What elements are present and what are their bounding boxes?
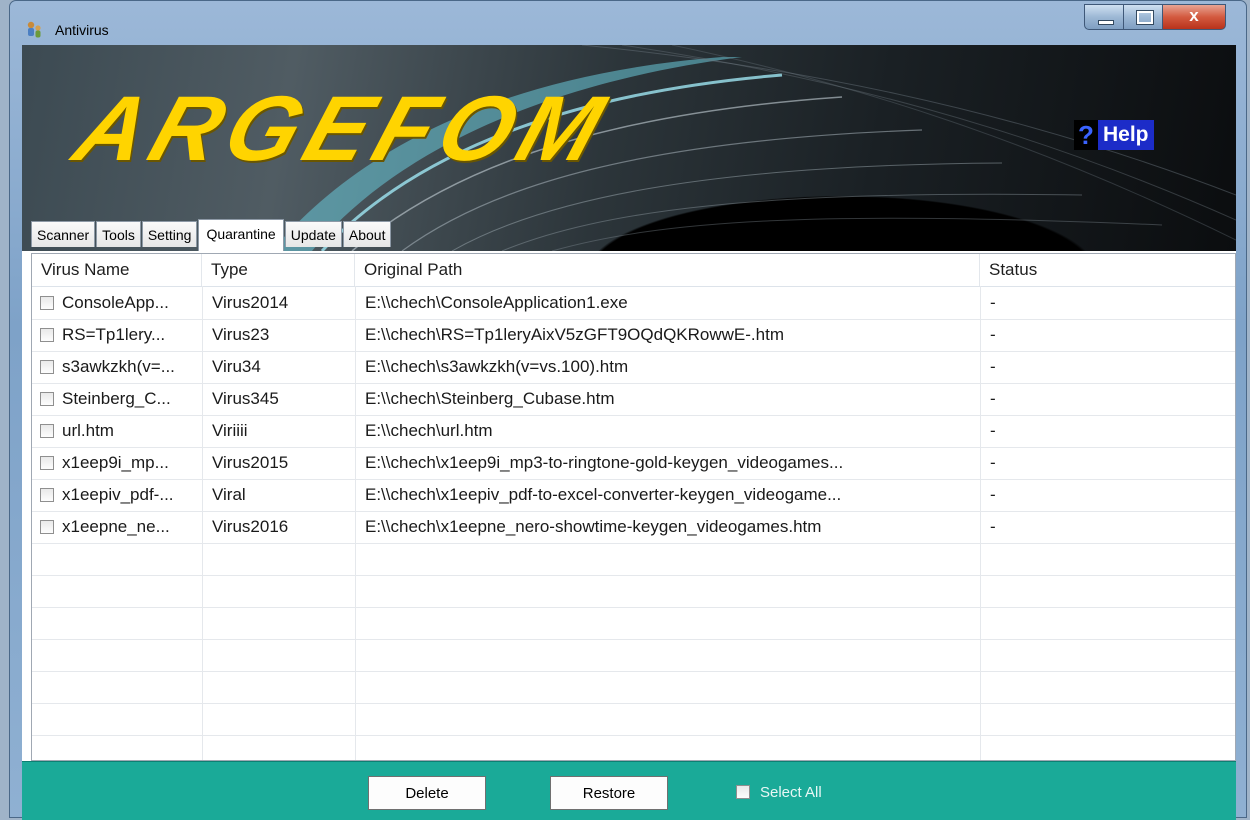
cell-status: - (990, 293, 996, 312)
cell-type: Virus345 (212, 389, 279, 408)
row-checkbox[interactable] (40, 328, 54, 342)
cell-status: - (990, 517, 996, 536)
tab-setting[interactable]: Setting (141, 221, 198, 247)
table-row[interactable]: ConsoleApp... Virus2014 E:\\chech\Consol… (32, 287, 1235, 319)
row-divider (32, 703, 1235, 704)
column-header-status[interactable]: Status (980, 254, 1235, 286)
cell-status: - (990, 453, 996, 472)
tab-strip: Scanner Tools Setting Quarantine Update … (31, 217, 392, 251)
table-row[interactable]: RS=Tp1lery... Virus23 E:\\chech\RS=Tp1le… (32, 319, 1235, 351)
tab-scanner[interactable]: Scanner (31, 221, 96, 247)
tab-tools[interactable]: Tools (96, 221, 141, 247)
row-checkbox[interactable] (40, 296, 54, 310)
row-divider (32, 671, 1235, 672)
action-bar: Delete Restore Select All (22, 761, 1236, 820)
quarantine-list[interactable]: Virus Name Type Original Path Status Con… (31, 253, 1236, 761)
row-divider (32, 607, 1235, 608)
table-row[interactable]: x1eepne_ne... Virus2016 E:\\chech\x1eepn… (32, 511, 1235, 543)
cell-original-path: E:\\chech\x1eepne_nero-showtime-keygen_v… (365, 517, 822, 536)
list-header: Virus Name Type Original Path Status (32, 254, 1235, 287)
cell-original-path: E:\\chech\x1eepiv_pdf-to-excel-converter… (365, 485, 842, 504)
cell-status: - (990, 389, 996, 408)
row-checkbox[interactable] (40, 360, 54, 374)
cell-virus-name: RS=Tp1lery... (62, 325, 166, 344)
tab-quarantine[interactable]: Quarantine (198, 219, 284, 251)
row-checkbox[interactable] (40, 520, 54, 534)
row-divider (32, 735, 1235, 736)
table-row[interactable]: x1eep9i_mp... Virus2015 E:\\chech\x1eep9… (32, 447, 1235, 479)
cell-original-path: E:\\chech\Steinberg_Cubase.htm (365, 389, 615, 408)
row-divider (32, 543, 1235, 544)
cell-original-path: E:\\chech\ConsoleApplication1.exe (365, 293, 628, 312)
column-header-virus-name[interactable]: Virus Name (32, 254, 202, 286)
cell-original-path: E:\\chech\RS=Tp1leryAixV5zGFT9OQdQKRowwE… (365, 325, 784, 344)
maximize-button[interactable] (1123, 4, 1163, 30)
select-all-label: Select All (760, 783, 822, 801)
row-checkbox[interactable] (40, 488, 54, 502)
row-checkbox[interactable] (40, 424, 54, 438)
help-button[interactable]: ? Help (1074, 120, 1154, 150)
cell-type: Virus2014 (212, 293, 289, 312)
column-header-original-path[interactable]: Original Path (355, 254, 980, 286)
column-header-type[interactable]: Type (202, 254, 355, 286)
table-row[interactable]: x1eepiv_pdf-... Viral E:\\chech\x1eepiv_… (32, 479, 1235, 511)
close-button[interactable]: x (1162, 4, 1226, 30)
cell-original-path: E:\\chech\url.htm (365, 421, 493, 440)
cell-type: Viral (212, 485, 246, 504)
cell-status: - (990, 421, 996, 440)
table-row[interactable]: url.htm Viriiii E:\\chech\url.htm - (32, 415, 1235, 447)
cell-original-path: E:\\chech\s3awkzkh(v=vs.100).htm (365, 357, 629, 376)
window-title: Antivirus (55, 22, 109, 38)
row-checkbox[interactable] (40, 456, 54, 470)
title-bar[interactable]: Antivirus x (10, 1, 1246, 45)
cell-type: Virus2015 (212, 453, 289, 472)
client-area: ARGEFOM ? Help Scanner Tools Setting Qua… (22, 45, 1236, 820)
cell-status: - (990, 357, 996, 376)
cell-virus-name: ConsoleApp... (62, 293, 169, 312)
cell-type: Viriiii (212, 421, 248, 440)
cell-type: Viru34 (212, 357, 261, 376)
cell-original-path: E:\\chech\x1eep9i_mp3-to-ringtone-gold-k… (365, 453, 844, 472)
antivirus-app-icon (27, 21, 41, 38)
cell-virus-name: x1eepne_ne... (62, 517, 170, 536)
row-divider (32, 575, 1235, 576)
help-icon: ? (1074, 120, 1098, 150)
tab-update[interactable]: Update (284, 221, 342, 247)
table-row[interactable]: s3awkzkh(v=... Viru34 E:\\chech\s3awkzkh… (32, 351, 1235, 383)
delete-button[interactable]: Delete (368, 776, 486, 810)
cell-virus-name: x1eep9i_mp... (62, 453, 169, 472)
cell-virus-name: url.htm (62, 421, 114, 440)
cell-status: - (990, 485, 996, 504)
tab-about[interactable]: About (342, 221, 392, 247)
help-label: Help (1098, 120, 1154, 150)
cell-virus-name: s3awkzkh(v=... (62, 357, 175, 376)
app-window: Antivirus x ARGEFOM ? Help Scanner Tools… (9, 0, 1247, 820)
minimize-button[interactable] (1084, 4, 1124, 30)
list-body: ConsoleApp... Virus2014 E:\\chech\Consol… (32, 287, 1235, 543)
cell-status: - (990, 325, 996, 344)
row-checkbox[interactable] (40, 392, 54, 406)
select-all-checkbox[interactable]: Select All (736, 782, 822, 802)
header-banner: ARGEFOM ? Help Scanner Tools Setting Qua… (22, 45, 1236, 251)
cell-type: Virus2016 (212, 517, 289, 536)
argefom-logo: ARGEFOM (63, 78, 623, 180)
cell-type: Virus23 (212, 325, 270, 344)
restore-button[interactable]: Restore (550, 776, 668, 810)
row-divider (32, 639, 1235, 640)
close-icon: x (1189, 6, 1199, 25)
cell-virus-name: Steinberg_C... (62, 389, 171, 408)
checkbox-box[interactable] (736, 785, 750, 799)
table-row[interactable]: Steinberg_C... Virus345 E:\\chech\Steinb… (32, 383, 1235, 415)
cell-virus-name: x1eepiv_pdf-... (62, 485, 174, 504)
